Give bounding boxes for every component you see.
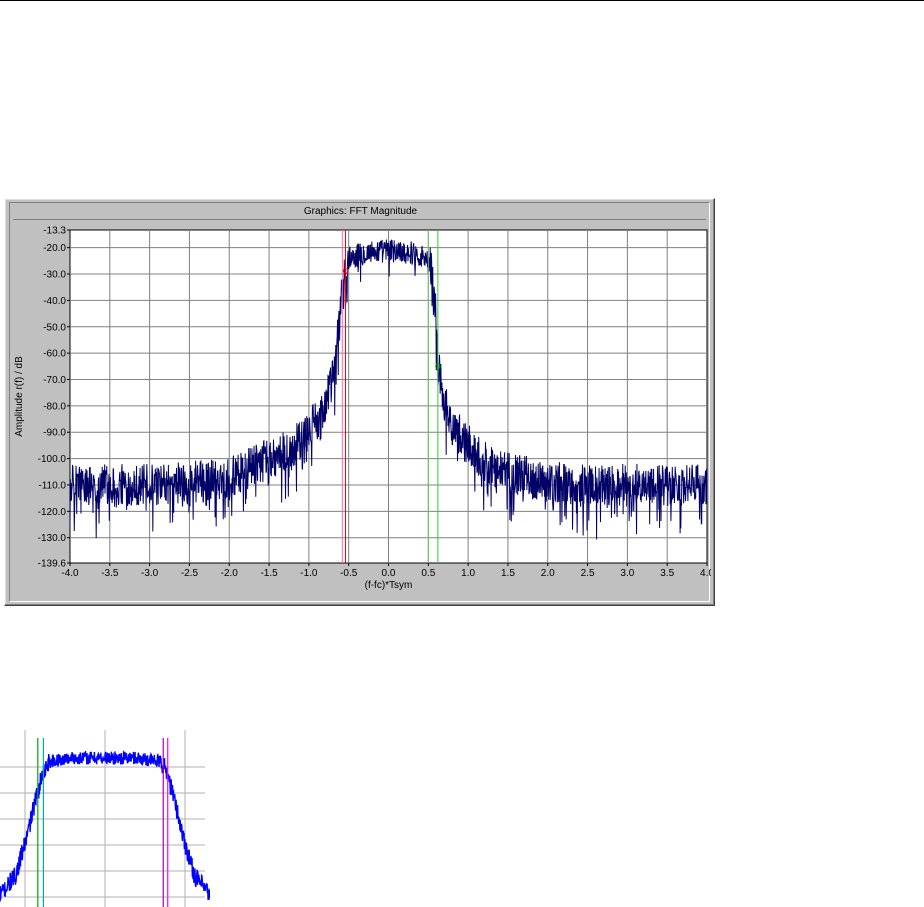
y-tick-label: -40.0 (43, 296, 66, 307)
x-tick-label: -1.0 (300, 568, 318, 579)
y-tick-label: -80.0 (43, 401, 66, 412)
y-tick-label: -30.0 (43, 270, 66, 281)
x-tick-label: -2.5 (181, 568, 199, 579)
fft-magnitude-window: Graphics: FFT Magnitude -4.0 -3.5 -3.0 -2.5… (4, 198, 715, 606)
fft-magnitude-chart: -4.0 -3.5 -3.0 -2.5 -2.0 -1.5 -1.0 -0.5 0.0 0.5 1.… (14, 226, 711, 592)
y-tick-label: -120.0 (38, 507, 67, 518)
x-tick-label: 0.0 (382, 568, 396, 579)
y-tick-label: -139.6 (38, 559, 67, 570)
fft-spectrum-thumbnail (0, 730, 210, 907)
top-rule (0, 0, 924, 1)
y-tick-label: -90.0 (43, 428, 66, 439)
y-tick-label: -50.0 (43, 322, 66, 333)
x-tick-label: 2.0 (541, 568, 555, 579)
x-axis-label: (f-fc)*Tsym (365, 580, 413, 591)
x-tick-label: -0.5 (340, 568, 358, 579)
y-tick-label: -100.0 (38, 454, 67, 465)
y-tick-label: -70.0 (43, 375, 66, 386)
y-tick-label: -60.0 (43, 349, 66, 360)
x-tick-label: -2.0 (221, 568, 239, 579)
y-tick-label: -110.0 (38, 480, 66, 491)
y-axis-label: Amplitude r(f) / dB (14, 356, 25, 437)
x-tick-label: 3.0 (620, 568, 634, 579)
x-tick-label: -1.5 (260, 568, 278, 579)
x-tick-label: -3.0 (141, 568, 159, 579)
x-tick-label: 0.5 (421, 568, 435, 579)
fft-window-inner-frame: Graphics: FFT Magnitude -4.0 -3.5 -3.0 -2.5… (9, 202, 711, 602)
x-tick-label: -4.0 (61, 568, 79, 579)
y-tick-label: -13.3 (43, 226, 66, 237)
y-tick-label: -20.0 (43, 243, 66, 254)
x-tick-label: 4.0 (700, 568, 711, 579)
y-tick-label: -130.0 (38, 533, 67, 544)
x-tick-label: 2.5 (581, 568, 595, 579)
x-tick-label: -3.5 (101, 568, 119, 579)
x-tick-label: 1.0 (461, 568, 475, 579)
x-tick-label: 3.5 (660, 568, 674, 579)
x-tick-label: 1.5 (501, 568, 515, 579)
